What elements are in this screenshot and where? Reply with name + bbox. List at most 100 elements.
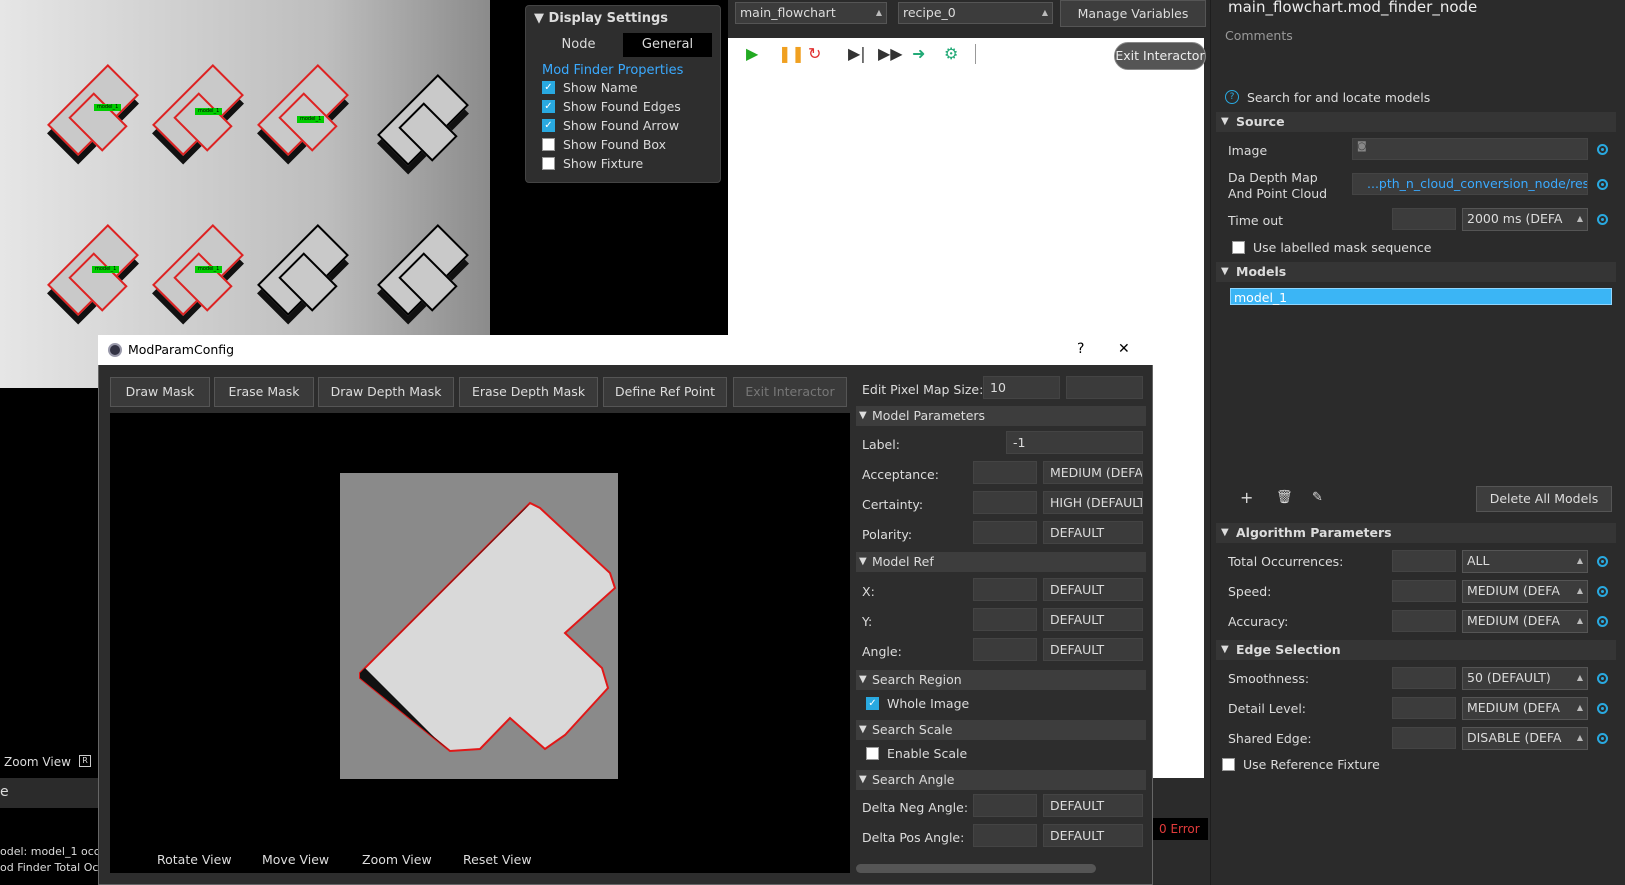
close-icon[interactable]: ✕ <box>1118 341 1130 357</box>
link-dot-icon[interactable] <box>1597 733 1608 744</box>
debug-icon[interactable]: ⚙ <box>944 44 958 63</box>
shared-edge-select[interactable]: DISABLE (DEFA ▲ <box>1462 727 1588 750</box>
show-found-edges-checkbox[interactable]: ✓ Show Found Edges <box>526 97 720 116</box>
restart-icon[interactable]: ↻ <box>808 44 821 63</box>
log-tab[interactable]: e <box>0 784 9 800</box>
speed-input[interactable] <box>1392 580 1456 602</box>
link-dot-icon[interactable] <box>1597 179 1608 190</box>
acceptance-input[interactable] <box>973 461 1037 484</box>
zoom-view-button[interactable]: Zoom View <box>362 852 432 867</box>
accuracy-select[interactable]: MEDIUM (DEFA ▲ <box>1462 610 1588 633</box>
erase-depth-mask-button[interactable]: Erase Depth Mask <box>459 377 598 407</box>
certainty-input[interactable] <box>973 491 1037 514</box>
link-dot-icon[interactable] <box>1597 144 1608 155</box>
smoothness-select[interactable]: 50 (DEFAULT) ▲ <box>1462 667 1588 690</box>
model-ref-header[interactable]: Model Ref <box>856 552 1146 572</box>
depth-map-field[interactable]: ...pth_n_cloud_conversion_node/result <box>1352 173 1588 195</box>
models-section-header[interactable]: Models <box>1216 262 1616 282</box>
draw-depth-mask-button[interactable]: Draw Depth Mask <box>318 377 454 407</box>
add-icon[interactable]: + <box>1240 488 1253 507</box>
search-region-header[interactable]: Search Region <box>856 670 1146 690</box>
detail-level-input[interactable] <box>1392 697 1456 719</box>
link-dot-icon[interactable] <box>1597 703 1608 714</box>
delta-pos-angle-input[interactable] <box>973 824 1037 847</box>
delta-neg-angle-select[interactable]: DEFAULT <box>1043 794 1143 817</box>
edit-icon[interactable]: ✎ <box>1312 490 1323 505</box>
certainty-select[interactable]: HIGH (DEFAULT <box>1043 491 1143 514</box>
search-scale-header[interactable]: Search Scale <box>856 720 1146 740</box>
rotate-view-button[interactable]: Rotate View <box>157 852 232 867</box>
algorithm-section-header[interactable]: Algorithm Parameters <box>1216 523 1616 543</box>
detail-level-select[interactable]: MEDIUM (DEFA ▲ <box>1462 697 1588 720</box>
pixel-map-size-input[interactable]: 10 <box>983 376 1060 399</box>
define-ref-point-button[interactable]: Define Ref Point <box>603 377 727 407</box>
link-dot-icon[interactable] <box>1597 616 1608 627</box>
source-section-header[interactable]: Source <box>1216 112 1616 132</box>
flowchart-select[interactable]: main_flowchart ▲ <box>735 2 887 24</box>
help-icon[interactable]: ? <box>1225 90 1239 104</box>
help-button[interactable]: ? <box>1077 341 1084 357</box>
show-name-checkbox[interactable]: ✓ Show Name <box>526 78 720 97</box>
y-select[interactable]: DEFAULT <box>1043 608 1143 631</box>
model-list-item[interactable]: model_1 <box>1230 288 1612 305</box>
recipe-select[interactable]: recipe_0 ▲ <box>898 2 1053 24</box>
y-input[interactable] <box>973 608 1037 631</box>
angle-input[interactable] <box>973 638 1037 661</box>
enable-scale-checkbox[interactable]: Enable Scale <box>850 744 967 763</box>
polarity-select[interactable]: DEFAULT <box>1043 521 1143 544</box>
total-occurrences-input[interactable] <box>1392 550 1456 572</box>
error-badge[interactable]: 0 Error <box>1153 818 1208 840</box>
pixel-map-extra-input[interactable] <box>1066 376 1143 399</box>
link-dot-icon[interactable] <box>1597 556 1608 567</box>
timeout-select[interactable]: 2000 ms (DEFA ▲ <box>1462 208 1588 231</box>
shared-edge-input[interactable] <box>1392 727 1456 749</box>
angle-select[interactable]: DEFAULT <box>1043 638 1143 661</box>
whole-image-checkbox[interactable]: ✓ Whole Image <box>850 694 969 713</box>
step-into-icon[interactable]: ➜ <box>912 44 925 63</box>
delete-all-models-button[interactable]: Delete All Models <box>1476 486 1612 512</box>
trash-icon[interactable]: 🗑 <box>1276 490 1293 505</box>
speed-select[interactable]: MEDIUM (DEFA ▲ <box>1462 580 1588 603</box>
acceptance-select[interactable]: MEDIUM (DEFA <box>1043 461 1143 484</box>
x-select[interactable]: DEFAULT <box>1043 578 1143 601</box>
use-labelled-mask-checkbox[interactable]: Use labelled mask sequence <box>1216 238 1431 257</box>
show-found-arrow-checkbox[interactable]: ✓ Show Found Arrow <box>526 116 720 135</box>
erase-mask-button[interactable]: Erase Mask <box>214 377 314 407</box>
show-found-box-checkbox[interactable]: Show Found Box <box>526 135 720 154</box>
use-reference-fixture-checkbox[interactable]: Use Reference Fixture <box>1206 755 1380 774</box>
zoom-view-label[interactable]: Zoom View <box>4 755 71 769</box>
model-parameters-header[interactable]: Model Parameters <box>856 406 1146 426</box>
image-field[interactable]: ◙ <box>1352 138 1588 160</box>
total-occurrences-select[interactable]: ALL ▲ <box>1462 550 1588 573</box>
reset-view-button[interactable]: Reset View <box>463 852 532 867</box>
manage-variables-button[interactable]: Manage Variables <box>1060 0 1206 27</box>
label-input[interactable]: -1 <box>1006 431 1143 454</box>
exit-interactor-disabled-button[interactable]: Exit Interactor <box>733 377 847 407</box>
horizontal-scrollbar[interactable] <box>856 864 1096 873</box>
move-view-button[interactable]: Move View <box>262 852 329 867</box>
play-icon[interactable]: ▶ <box>746 44 758 63</box>
link-dot-icon[interactable] <box>1597 586 1608 597</box>
edge-section-header[interactable]: Edge Selection <box>1216 640 1616 660</box>
draw-mask-button[interactable]: Draw Mask <box>110 377 210 407</box>
step-forward-icon[interactable]: ▶| <box>848 44 866 63</box>
exit-interactor-button[interactable]: Exit Interactor <box>1114 42 1206 70</box>
search-angle-header[interactable]: Search Angle <box>856 770 1146 790</box>
display-settings-title[interactable]: ▼ Display Settings <box>526 6 720 31</box>
pause-icon[interactable]: ❚❚ <box>778 44 805 63</box>
link-dot-icon[interactable] <box>1597 214 1608 225</box>
comments-label[interactable]: Comments <box>1225 28 1293 43</box>
show-fixture-checkbox[interactable]: Show Fixture <box>526 154 720 173</box>
x-input[interactable] <box>973 578 1037 601</box>
tab-node[interactable]: Node <box>534 33 623 57</box>
delta-pos-angle-select[interactable]: DEFAULT <box>1043 824 1143 847</box>
timeout-input[interactable] <box>1392 208 1456 230</box>
dialog-title-bar[interactable]: ModParamConfig <box>98 335 1153 365</box>
delta-neg-angle-input[interactable] <box>973 794 1037 817</box>
link-dot-icon[interactable] <box>1597 673 1608 684</box>
tab-general[interactable]: General <box>623 33 712 57</box>
smoothness-input[interactable] <box>1392 667 1456 689</box>
accuracy-input[interactable] <box>1392 610 1456 632</box>
fast-forward-icon[interactable]: ▶▶ <box>878 44 903 63</box>
polarity-input[interactable] <box>973 521 1037 544</box>
